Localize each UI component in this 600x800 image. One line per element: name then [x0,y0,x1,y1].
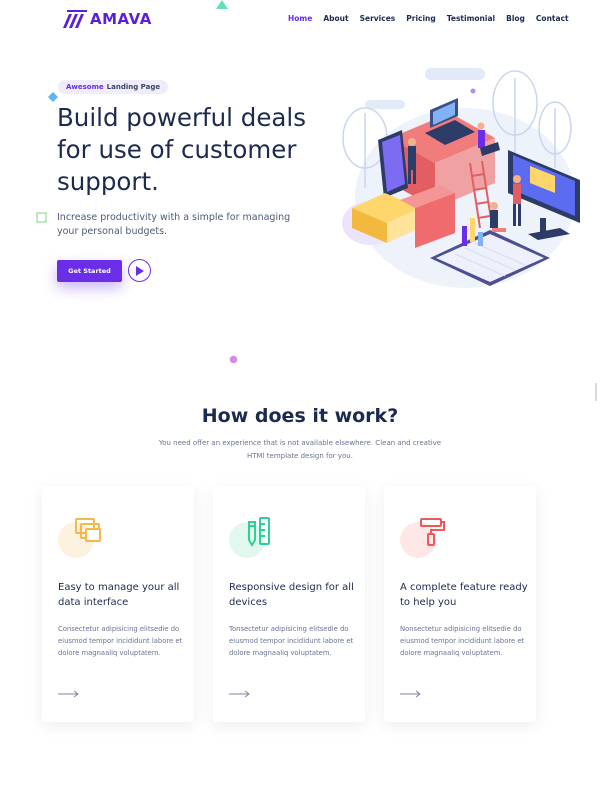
arrow-right-icon[interactable] [400,690,422,698]
nav-blog[interactable]: Blog [506,14,525,23]
hero-illustration [342,68,580,288]
arrow-right-icon[interactable] [58,690,80,698]
feature-title: A complete feature ready to help you [400,582,528,608]
section-title: How does it work? [201,405,399,427]
feature-card-responsive: Responsive design for all devices Tonsec… [213,486,365,722]
feature-text: Nonsectetur adipisicing elitsedie do eiu… [400,625,525,657]
play-icon [136,265,144,276]
feature-text: Tonsectetur adipisicing elitsedie do eiu… [229,625,354,657]
scroll-indicator[interactable] [595,383,599,401]
feature-card-complete: A complete feature ready to help you Non… [384,486,536,722]
section-subtitle: You need offer an experience that is not… [158,439,442,460]
copy-icon [75,518,101,542]
nav-pricing[interactable]: Pricing [406,14,436,23]
brand-logo[interactable]: AMAVA [63,10,152,28]
dot-decoration-icon [229,355,238,364]
nav-about[interactable]: About [323,14,348,23]
square-decoration-icon [36,212,47,223]
badge-highlight: Awesome [66,83,104,91]
paint-roller-icon [420,518,445,546]
arrow-right-icon[interactable] [229,690,251,698]
hero-title: Build powerful deals for use of customer… [57,103,306,196]
feature-card-data-interface: Easy to manage your all data interface C… [42,486,194,722]
nav-contact[interactable]: Contact [536,14,569,23]
ruler-pencil-icon [248,517,270,547]
feature-title: Easy to manage your all data interface [58,582,180,608]
play-video-button[interactable] [128,259,151,282]
logo-mark-icon [63,10,87,28]
diamond-decoration-icon [48,92,58,102]
feature-title: Responsive design for all devices [229,582,354,608]
feature-icon-wrap [229,516,277,558]
nav-services[interactable]: Services [360,14,396,23]
hero-badge: Awesome Landing Page [58,80,169,94]
feature-icon-wrap [58,516,106,558]
get-started-button[interactable]: Get Started [57,260,122,282]
feature-icon-wrap [400,516,448,558]
feature-text: Consectetur adipisicing elitsedie do eiu… [58,625,183,657]
triangle-decoration-icon [216,0,228,9]
badge-text: Landing Page [106,83,161,91]
main-nav: Home About Services Pricing Testimonial … [288,14,569,23]
nav-testimonial[interactable]: Testimonial [447,14,495,23]
nav-home[interactable]: Home [288,14,312,23]
brand-name: AMAVA [90,10,152,28]
hero-description: Increase productivity with a simple for … [57,212,291,237]
